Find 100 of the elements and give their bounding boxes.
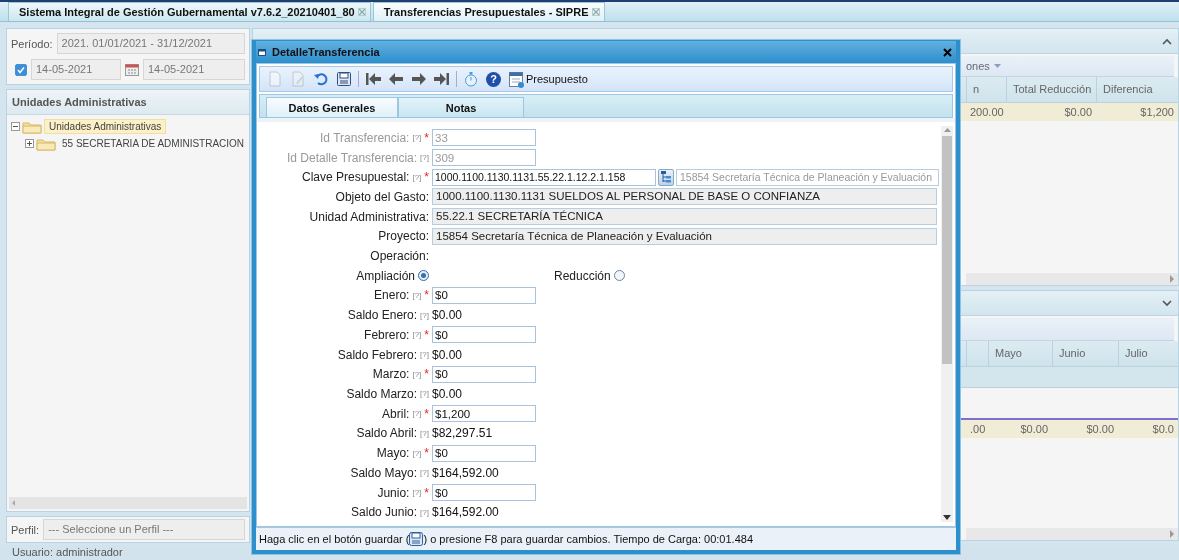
- radio-button[interactable]: [613, 270, 625, 282]
- save-icon[interactable]: [336, 71, 352, 87]
- field-label: Junio:: [377, 485, 410, 500]
- readonly-field: 15854 Secretaría Técnica de Planeación y Evaluación: [432, 227, 937, 245]
- balance-value: $0.00: [432, 347, 463, 362]
- required-marker: *: [424, 170, 429, 185]
- column-header[interactable]: Mayo: [988, 341, 1052, 366]
- field-label: Unidad Administrativa:: [309, 209, 429, 224]
- required-marker: *: [424, 406, 429, 421]
- first-record-icon[interactable]: [365, 71, 381, 87]
- chevron-up-icon[interactable]: [1162, 37, 1172, 45]
- help-marker: [?]: [420, 389, 429, 399]
- arrow-up-icon: [943, 128, 951, 132]
- field-label: Saldo Febrero:: [337, 347, 418, 362]
- tree-icon: [661, 171, 671, 184]
- help-marker: [?]: [412, 409, 422, 419]
- field-label: Saldo Junio:: [351, 505, 418, 520]
- footer-text: ) o presione F8 para guardar cambios. Tiempo de Carga: 00:01.484: [423, 533, 754, 545]
- dialog-tab[interactable]: Notas: [398, 97, 524, 117]
- date-field[interactable]: 14-05-2021: [143, 59, 245, 80]
- date-field[interactable]: 14-05-2021: [31, 59, 121, 80]
- chevron-down-icon[interactable]: [1162, 299, 1172, 307]
- horizontal-scrollbar[interactable]: [9, 497, 247, 509]
- field-label: Id Detalle Transferencia:: [287, 150, 418, 165]
- folder-icon: [22, 119, 42, 134]
- app-tab[interactable]: Transferencias Presupuestales - SIPRE: [372, 2, 605, 21]
- required-marker: *: [424, 130, 429, 145]
- help-marker: [?]: [420, 428, 429, 438]
- field-label: Saldo Marzo:: [346, 387, 418, 401]
- field-label: Marzo:: [372, 367, 410, 382]
- budget-button[interactable]: Presupuesto: [507, 70, 589, 88]
- text-field[interactable]: $0: [432, 365, 536, 383]
- undo-icon[interactable]: [313, 71, 329, 87]
- arrow-right-icon[interactable]: [411, 71, 427, 87]
- arrow-right-icon: [1169, 530, 1175, 538]
- text-field[interactable]: 1000.1100.1130.1131.55.22.1.12.2.1.158: [432, 168, 656, 186]
- footer-text: Haga clic en el botón guardar (: [259, 533, 410, 545]
- tree-item[interactable]: Unidades Administrativas: [44, 119, 167, 134]
- radio-button[interactable]: [418, 270, 429, 282]
- calendar-icon: [508, 70, 524, 88]
- dialog-tab[interactable]: Datos Generales: [266, 97, 398, 117]
- radio-label[interactable]: Ampliación: [356, 268, 415, 283]
- date-checkbox[interactable]: [15, 63, 27, 76]
- period-field[interactable]: 2021. 01/01/2021 - 31/12/2021: [56, 33, 245, 54]
- check-icon: [17, 65, 25, 74]
- field-label: Saldo Abril:: [356, 426, 418, 441]
- table-cell-text: $0.0: [1151, 422, 1175, 437]
- balance-value: $82,297.51: [432, 426, 493, 441]
- column-header[interactable]: Total Reducción: [1006, 77, 1096, 102]
- help-marker: [?]: [412, 330, 422, 340]
- app-tab[interactable]: Sistema Integral de Gestión Gubernamental v7.6.2_20210401_80: [8, 2, 371, 21]
- column-header[interactable]: Diferencia: [1096, 77, 1178, 102]
- help-button[interactable]: ?: [486, 71, 501, 87]
- collapse-icon[interactable]: [11, 122, 20, 131]
- field-label: Perfil:: [11, 523, 40, 536]
- text-field[interactable]: $0: [432, 326, 536, 344]
- panel-header: Unidades Administrativas: [7, 90, 249, 115]
- menu-button[interactable]: ones: [962, 56, 1005, 76]
- profile-select[interactable]: --- Seleccione un Perfil ---: [43, 519, 245, 540]
- calendar-icon[interactable]: [125, 63, 139, 76]
- lookup-button[interactable]: [658, 168, 674, 186]
- dialog-title: DetalleTransferencia: [272, 46, 381, 58]
- close-icon[interactable]: [943, 47, 952, 57]
- text-field[interactable]: $1,200: [432, 405, 536, 423]
- column-header[interactable]: Julio: [1118, 341, 1178, 366]
- horizontal-scrollbar[interactable]: [966, 273, 1178, 285]
- text-field[interactable]: $0: [432, 484, 536, 501]
- stopwatch-icon[interactable]: [463, 71, 479, 87]
- required-marker: *: [424, 288, 429, 303]
- vertical-scrollbar[interactable]: [941, 126, 953, 522]
- tree-item[interactable]: 55 SECRETARIA DE ADMINISTRACION: [58, 137, 249, 150]
- field-label: Saldo Enero:: [347, 308, 418, 323]
- arrow-left-icon[interactable]: [388, 71, 404, 87]
- balance-value: $0.00: [432, 308, 463, 323]
- help-marker: [?]: [420, 310, 429, 320]
- field-label: Clave Presupuestal:: [302, 170, 410, 185]
- help-marker: [?]: [420, 153, 429, 163]
- help-marker: [?]: [420, 507, 429, 517]
- field-label: Febrero:: [364, 327, 410, 342]
- help-marker: [?]: [420, 468, 429, 478]
- expand-icon[interactable]: [25, 139, 34, 148]
- last-record-icon[interactable]: [434, 71, 450, 87]
- caret-icon: [993, 64, 1001, 68]
- table-cell-text: $0.00: [1085, 422, 1115, 437]
- help-marker: [?]: [412, 369, 422, 379]
- horizontal-scrollbar[interactable]: [966, 528, 1178, 540]
- description-field: 15854 Secretaría Técnica de Planeación y Evaluación: [676, 168, 939, 186]
- text-field[interactable]: $0: [432, 286, 536, 304]
- status-text: Usuario: administrador: [12, 546, 123, 558]
- field-label: Saldo Mayo:: [350, 465, 418, 480]
- table-cell-text: $1,200: [1139, 105, 1175, 120]
- column-header[interactable]: n: [966, 77, 1006, 102]
- help-marker: [?]: [412, 172, 422, 182]
- folder-icon: [36, 136, 56, 151]
- column-header[interactable]: Junio: [1052, 341, 1118, 366]
- radio-label[interactable]: Reducción: [554, 268, 611, 283]
- required-marker: *: [424, 485, 429, 500]
- table-cell-text: 200.00: [969, 105, 1005, 120]
- balance-value: $164,592.00: [432, 465, 499, 480]
- text-field[interactable]: $0: [432, 444, 536, 462]
